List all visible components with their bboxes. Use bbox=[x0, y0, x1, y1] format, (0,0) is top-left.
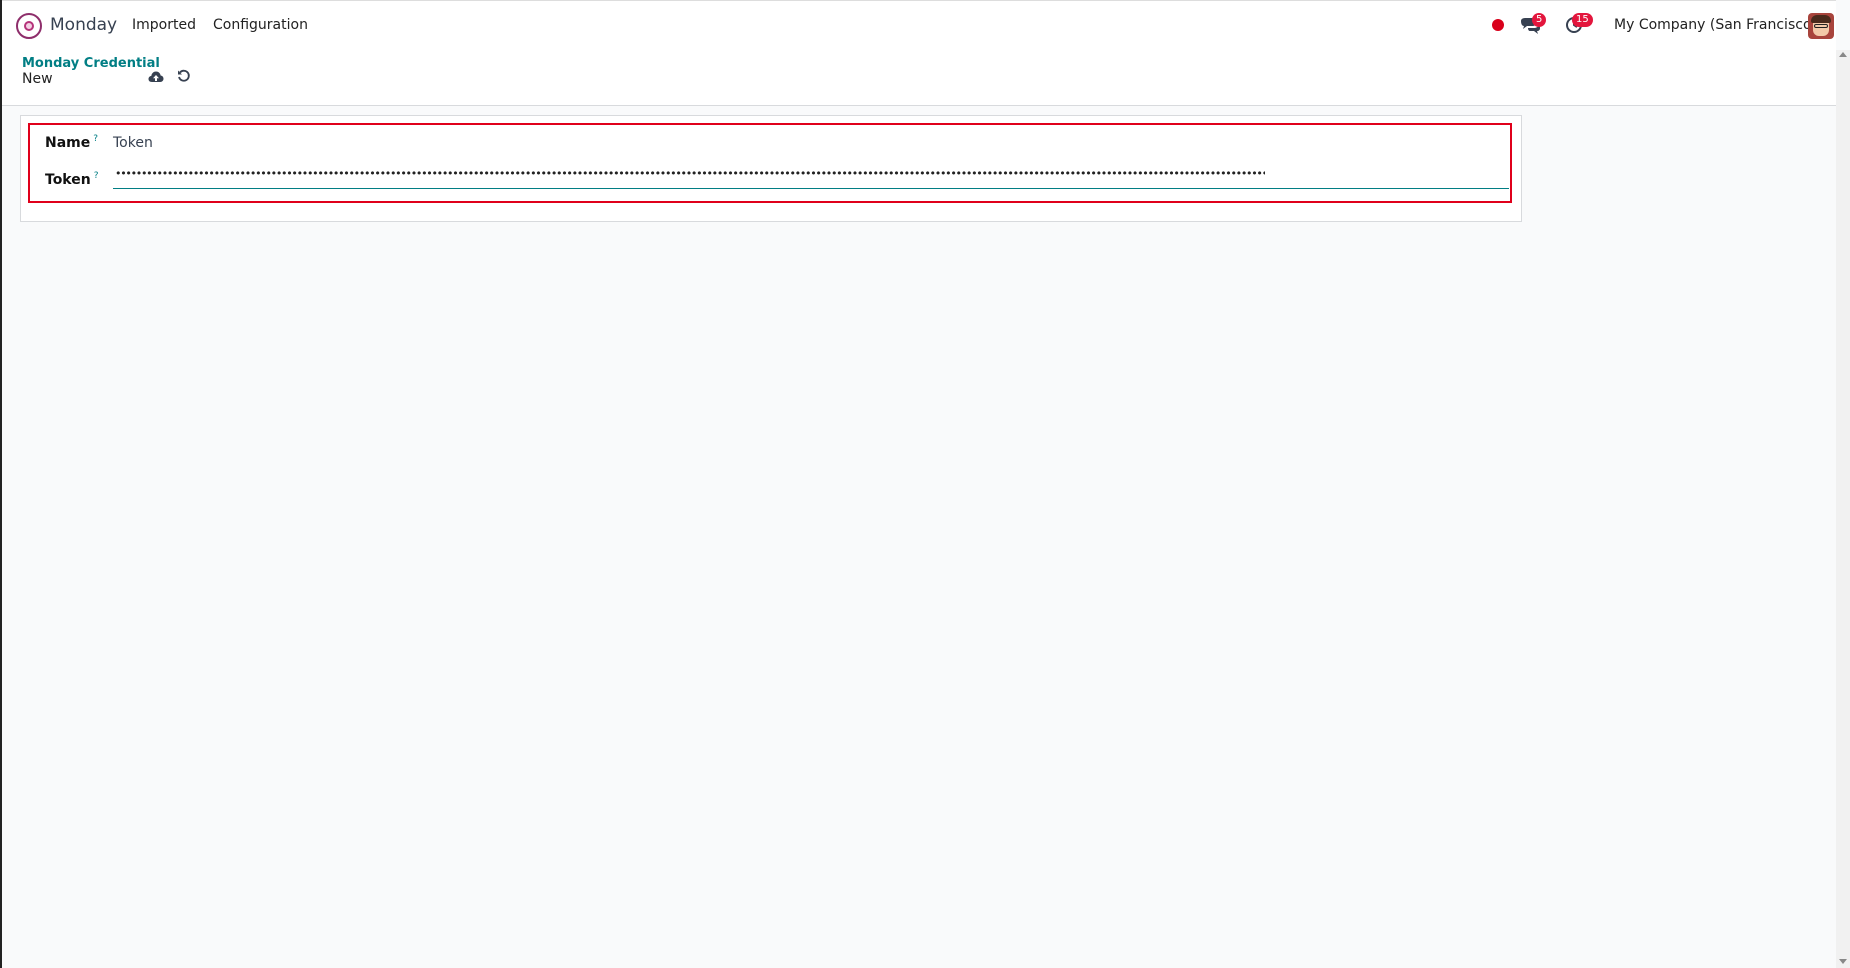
avatar-glasses bbox=[1814, 24, 1828, 28]
browser-frame: Monday Imported Configuration 5 15 My Co… bbox=[0, 0, 1850, 968]
breadcrumb[interactable]: Monday Credential bbox=[22, 56, 160, 71]
fields-highlight-box: Name? Token Token? •••••••••••••••••••••… bbox=[28, 123, 1512, 203]
activity-badge: 15 bbox=[1572, 13, 1593, 27]
chat-badge: 5 bbox=[1532, 13, 1547, 27]
monday-app-icon[interactable] bbox=[16, 13, 42, 39]
token-label-text: Token bbox=[45, 172, 91, 188]
record-dot-icon[interactable] bbox=[1492, 19, 1504, 31]
scroll-up-arrow-icon[interactable] bbox=[1839, 52, 1847, 57]
form-sheet: Name? Token Token? •••••••••••••••••••••… bbox=[20, 115, 1522, 222]
top-navbar: Monday Imported Configuration 5 15 My Co… bbox=[2, 0, 1836, 50]
menu-item-imported[interactable]: Imported bbox=[132, 17, 196, 33]
menu-item-configuration[interactable]: Configuration bbox=[213, 17, 308, 33]
user-avatar[interactable] bbox=[1808, 13, 1834, 39]
company-switcher[interactable]: My Company (San Francisco) bbox=[1614, 17, 1817, 33]
name-field-value[interactable]: Token bbox=[113, 135, 153, 151]
token-masked-value: ••••••••••••••••••••••••••••••••••••••••… bbox=[115, 168, 1265, 180]
avatar-hair bbox=[1811, 15, 1831, 23]
name-label-text: Name bbox=[45, 135, 91, 151]
help-icon[interactable]: ? bbox=[94, 171, 99, 181]
vertical-scrollbar[interactable] bbox=[1836, 50, 1850, 968]
cloud-upload-icon[interactable] bbox=[148, 70, 164, 84]
help-icon[interactable]: ? bbox=[93, 134, 98, 144]
undo-icon[interactable] bbox=[177, 69, 191, 83]
name-field-label: Name? bbox=[45, 134, 98, 151]
app-name[interactable]: Monday bbox=[50, 15, 117, 35]
token-field-label: Token? bbox=[45, 171, 99, 188]
control-panel: Monday Credential New bbox=[2, 50, 1836, 106]
record-title: New bbox=[22, 71, 53, 87]
scroll-down-arrow-icon[interactable] bbox=[1839, 959, 1847, 964]
